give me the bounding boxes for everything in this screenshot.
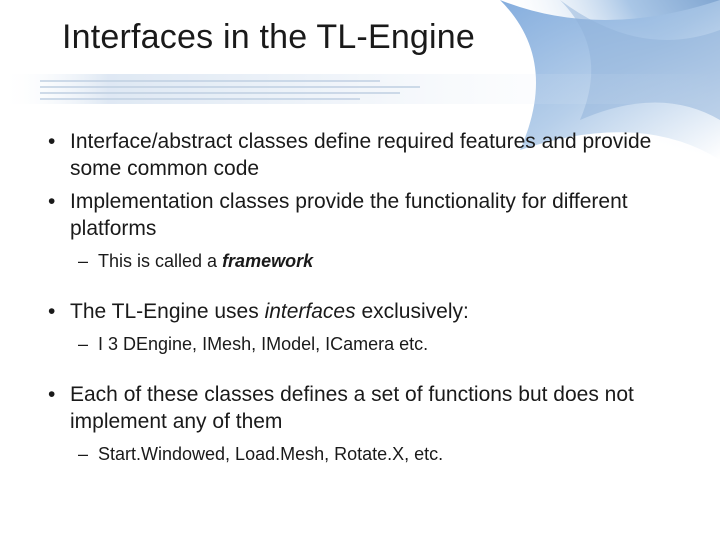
text-run: interfaces — [265, 300, 356, 323]
text-run: exclusively: — [356, 300, 469, 323]
sub-bullet-list: I 3 DEngine, IMesh, IModel, ICamera etc. — [70, 332, 680, 356]
text-run: Interface/abstract classes define requir… — [70, 130, 651, 180]
slide-title: Interfaces in the TL-Engine — [0, 0, 720, 57]
bullet-list: Interface/abstract classes define requir… — [40, 129, 680, 466]
text-run: Each of these classes defines a set of f… — [70, 383, 634, 433]
sub-bullet-item: I 3 DEngine, IMesh, IModel, ICamera etc. — [70, 332, 680, 356]
sub-bullet-item: Start.Windowed, Load.Mesh, Rotate.X, etc… — [70, 442, 680, 466]
bullet-item: Interface/abstract classes define requir… — [40, 129, 680, 183]
text-run: The TL-Engine uses — [70, 300, 265, 323]
bullet-item: Implementation classes provide the funct… — [40, 189, 680, 273]
text-run: This is called a — [98, 251, 222, 271]
text-run: framework — [222, 251, 313, 271]
slide: Interfaces in the TL-Engine Interface/ab… — [0, 0, 720, 540]
text-run: I 3 DEngine, IMesh, IModel, ICamera etc. — [98, 334, 428, 354]
bullet-item: Each of these classes defines a set of f… — [40, 382, 680, 466]
sub-bullet-item: This is called a framework — [70, 249, 680, 273]
bullet-item: The TL-Engine uses interfaces exclusivel… — [40, 299, 680, 356]
sub-bullet-list: Start.Windowed, Load.Mesh, Rotate.X, etc… — [70, 442, 680, 466]
slide-body: Interface/abstract classes define requir… — [0, 57, 720, 466]
sub-bullet-list: This is called a framework — [70, 249, 680, 273]
text-run: Implementation classes provide the funct… — [70, 190, 628, 240]
text-run: Start.Windowed, Load.Mesh, Rotate.X, etc… — [98, 444, 443, 464]
